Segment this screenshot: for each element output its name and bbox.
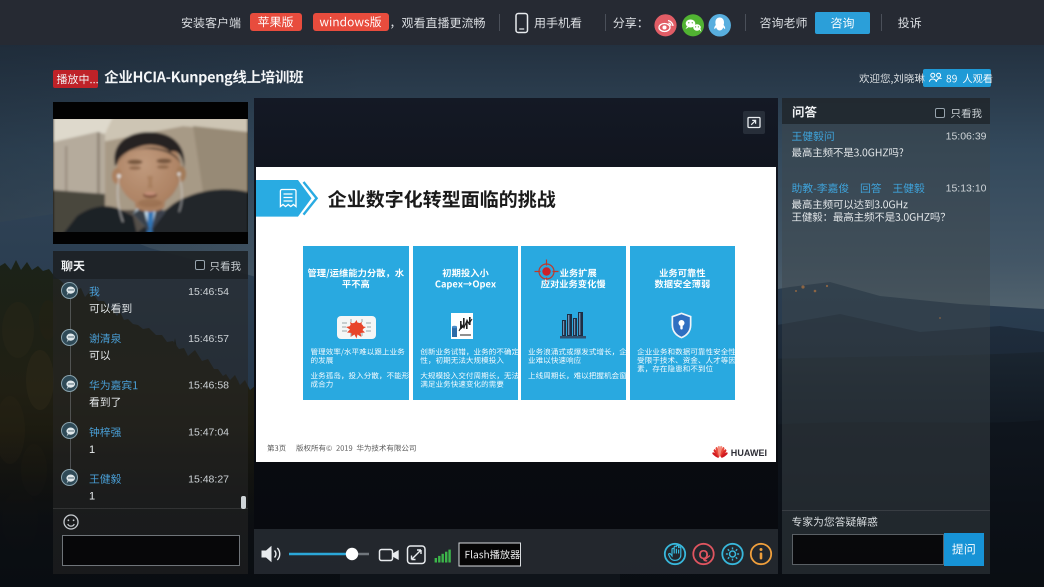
svg-text:1: 1 [89, 444, 95, 456]
svg-text:15:06:39: 15:06:39 [946, 131, 987, 143]
svg-text:HUAWEI: HUAWEI [731, 448, 767, 458]
svg-text:15:46:58: 15:46:58 [188, 380, 229, 392]
svg-text:15:46:54: 15:46:54 [188, 286, 229, 298]
svg-text:1: 1 [89, 491, 95, 503]
svg-text:Q: Q [698, 547, 708, 562]
svg-text:15:47:04: 15:47:04 [188, 427, 229, 439]
svg-text:15:13:10: 15:13:10 [946, 183, 987, 195]
svg-text:15:48:27: 15:48:27 [188, 473, 229, 485]
svg-text:15:46:57: 15:46:57 [188, 333, 229, 345]
